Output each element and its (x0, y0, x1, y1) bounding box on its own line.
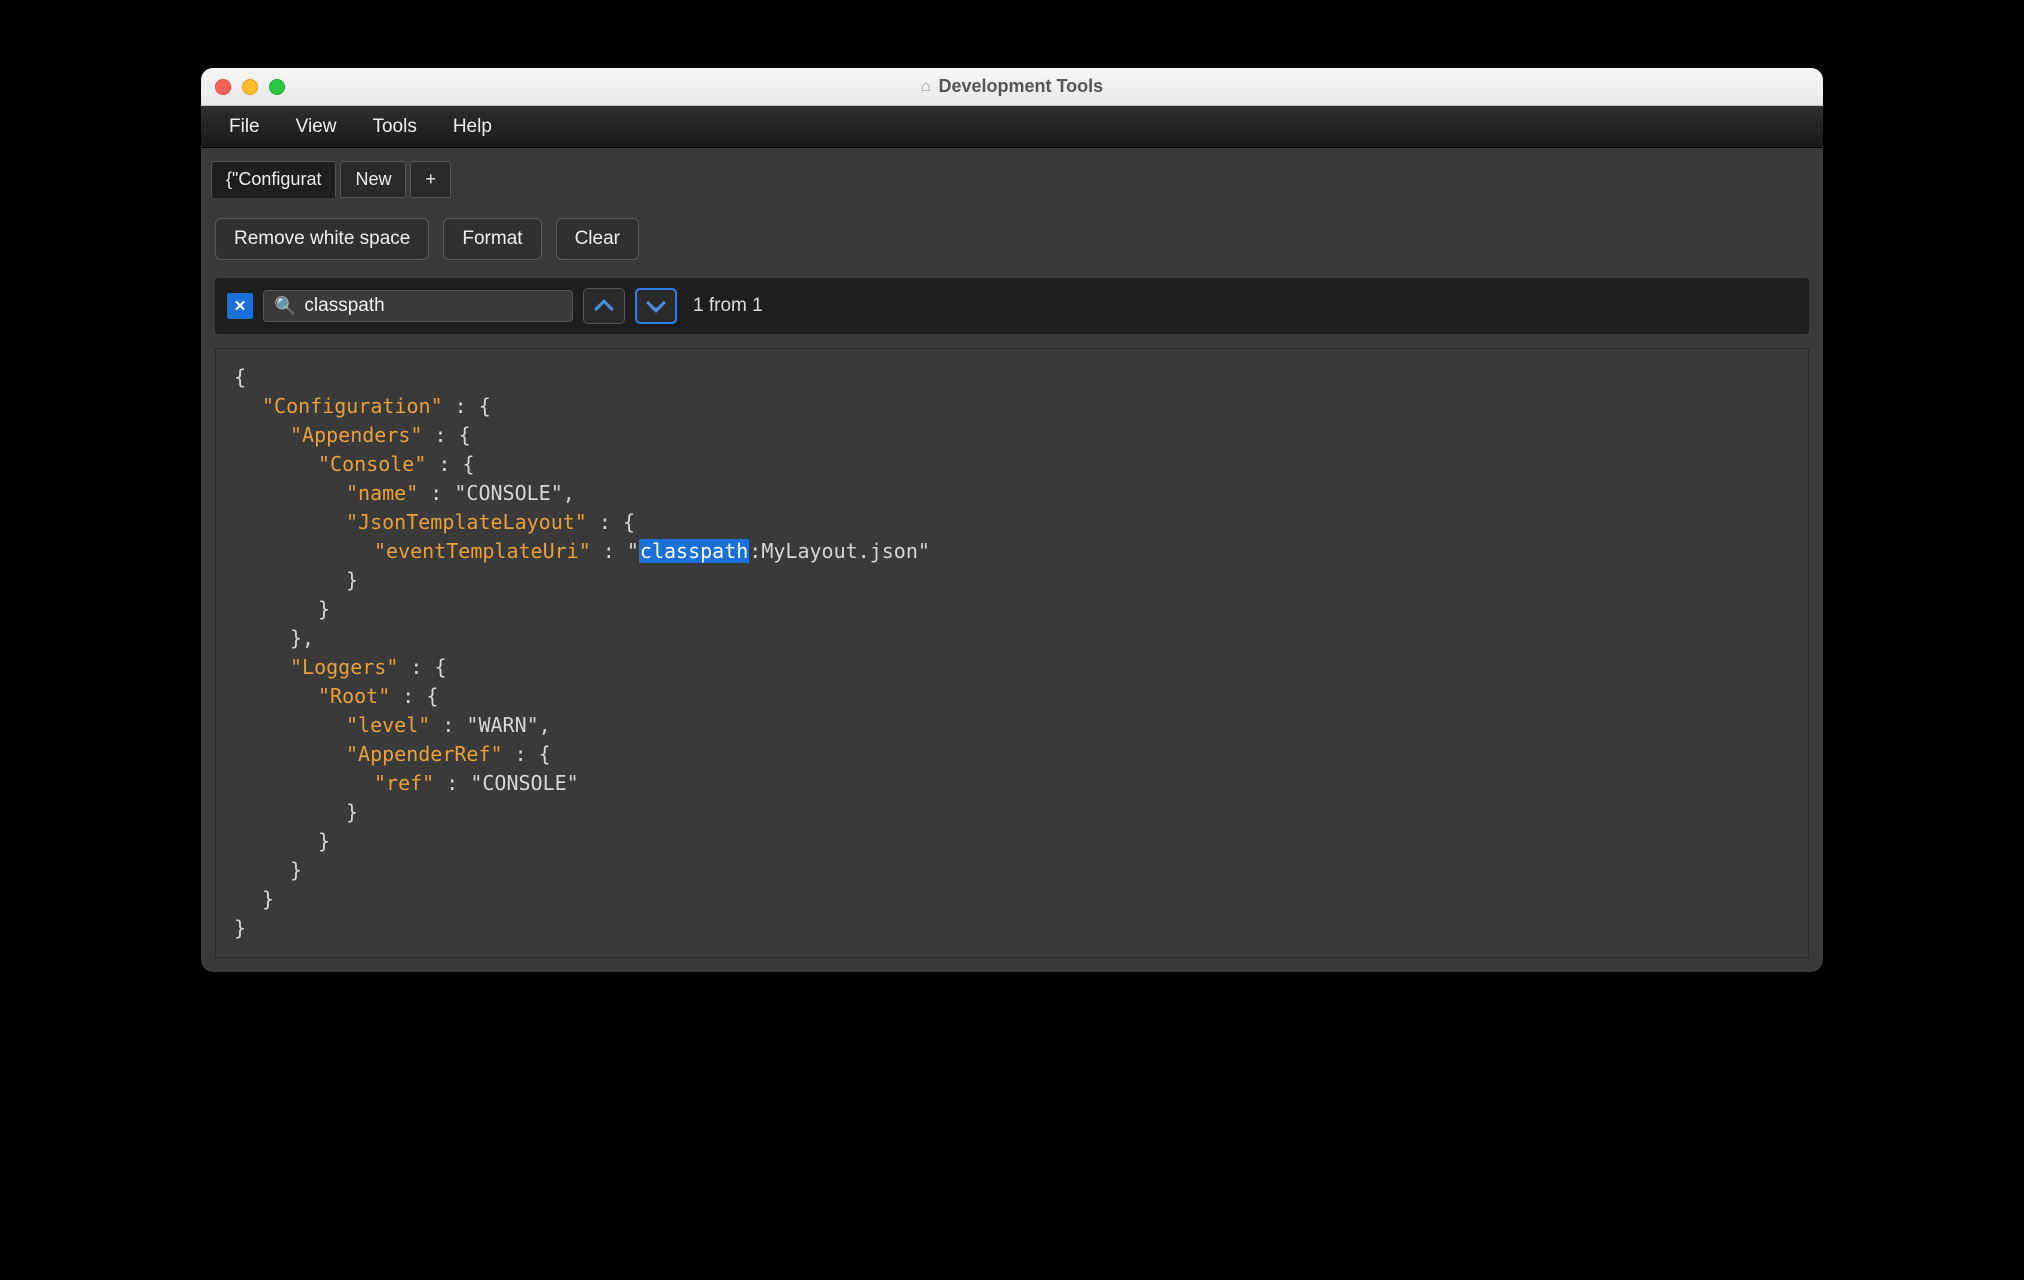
code-line: } (234, 856, 1790, 885)
close-window-button[interactable] (215, 79, 231, 95)
chevron-down-icon (646, 293, 666, 313)
code-line: "ref" : "CONSOLE" (234, 769, 1790, 798)
clear-button[interactable]: Clear (556, 218, 639, 260)
code-line: "JsonTemplateLayout" : { (234, 508, 1790, 537)
code-line: "Appenders" : { (234, 421, 1790, 450)
tab-configurat[interactable]: {"Configurat (211, 161, 336, 198)
app-window: ⌂ Development Tools File View Tools Help… (201, 68, 1823, 972)
code-line: } (234, 885, 1790, 914)
chevron-up-icon (594, 299, 614, 319)
code-line: }, (234, 624, 1790, 653)
code-line: } (234, 914, 1790, 943)
menu-tools[interactable]: Tools (354, 108, 434, 146)
code-line: "Loggers" : { (234, 653, 1790, 682)
search-result-count: 1 from 1 (693, 295, 763, 317)
code-line: "Console" : { (234, 450, 1790, 479)
app-icon: ⌂ (921, 78, 931, 96)
search-next-button[interactable] (635, 288, 677, 324)
menubar: File View Tools Help (201, 106, 1823, 148)
menu-file[interactable]: File (211, 108, 278, 146)
code-line: } (234, 827, 1790, 856)
search-highlight: classpath (639, 539, 749, 563)
code-line: } (234, 798, 1790, 827)
tab-add[interactable]: + (410, 161, 451, 198)
remove-whitespace-button[interactable]: Remove white space (215, 218, 429, 260)
window-controls (215, 79, 285, 95)
code-line: { (234, 363, 1790, 392)
tab-new[interactable]: New (340, 161, 406, 198)
menu-view[interactable]: View (278, 108, 355, 146)
menu-help[interactable]: Help (435, 108, 510, 146)
titlebar: ⌂ Development Tools (201, 68, 1823, 106)
code-line: "level" : "WARN", (234, 711, 1790, 740)
code-line: "Configuration" : { (234, 392, 1790, 421)
window-title-text: Development Tools (938, 76, 1103, 97)
search-input[interactable] (304, 295, 562, 317)
window-title: ⌂ Development Tools (201, 76, 1823, 97)
search-input-container: 🔍 (263, 290, 573, 322)
code-line: } (234, 595, 1790, 624)
json-editor[interactable]: { "Configuration" : { "Appenders" : { "C… (215, 348, 1809, 958)
close-search-button[interactable]: ✕ (227, 293, 253, 319)
code-line: "name" : "CONSOLE", (234, 479, 1790, 508)
toolbar: Remove white space Format Clear (201, 200, 1823, 278)
code-line: "eventTemplateUri" : "classpath:MyLayout… (234, 537, 1790, 566)
searchbar: ✕ 🔍 1 from 1 (215, 278, 1809, 334)
search-prev-button[interactable] (583, 288, 625, 324)
search-icon: 🔍 (274, 296, 296, 317)
code-line: "Root" : { (234, 682, 1790, 711)
maximize-window-button[interactable] (269, 79, 285, 95)
format-button[interactable]: Format (443, 218, 541, 260)
tabbar: {"Configurat New + (201, 148, 1823, 200)
code-line: "AppenderRef" : { (234, 740, 1790, 769)
code-line: } (234, 566, 1790, 595)
minimize-window-button[interactable] (242, 79, 258, 95)
